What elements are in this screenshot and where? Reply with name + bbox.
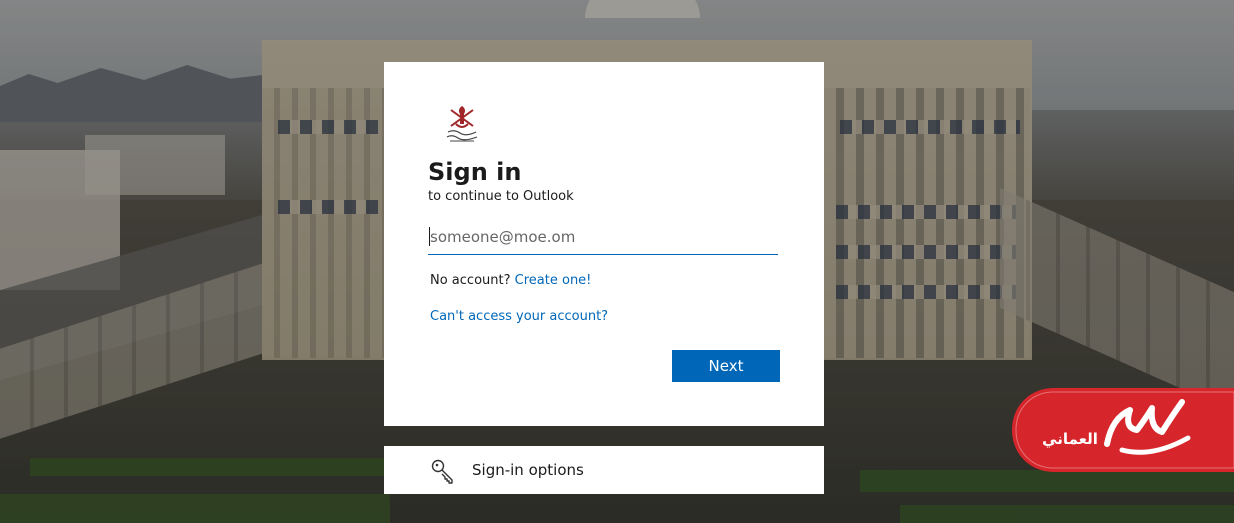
email-field-wrapper <box>428 222 778 255</box>
no-account-row: No account? Create one! <box>430 273 591 288</box>
page-title: Sign in <box>428 158 522 186</box>
cant-access-account-link[interactable]: Can't access your account? <box>430 309 608 324</box>
page-subtitle: to continue to Outlook <box>428 189 574 204</box>
text-caret <box>429 227 430 246</box>
watermark-text: العماني <box>1042 430 1098 448</box>
key-icon <box>431 459 453 484</box>
no-account-text: No account? <box>430 273 511 288</box>
email-input[interactable] <box>428 222 778 252</box>
next-button[interactable]: Next <box>672 350 780 382</box>
oman-emblem-logo <box>446 106 478 142</box>
signin-options-button[interactable]: Sign-in options <box>384 446 824 494</box>
signin-options-label: Sign-in options <box>472 461 584 479</box>
create-account-link[interactable]: Create one! <box>515 273 592 288</box>
signin-card: Sign in to continue to Outlook No accoun… <box>384 62 824 426</box>
